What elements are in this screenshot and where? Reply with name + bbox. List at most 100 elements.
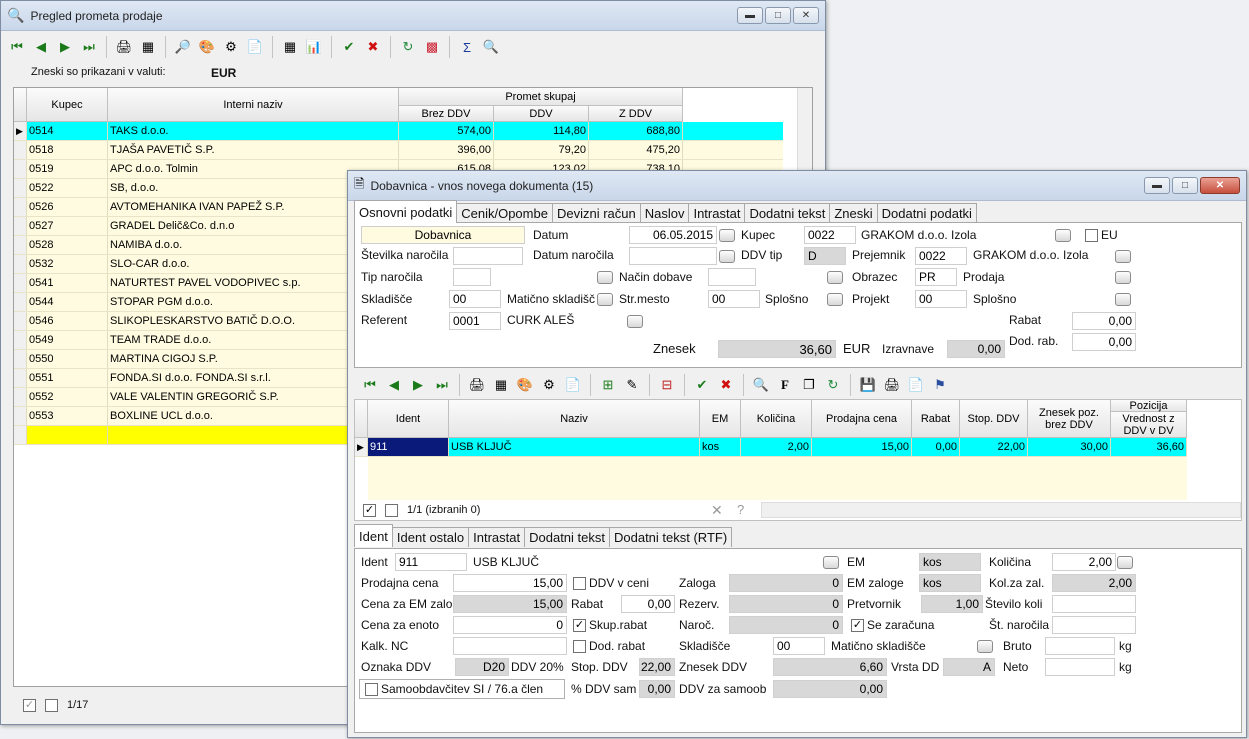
document-icon[interactable]: 📄 (906, 375, 926, 395)
filter-icon[interactable]: ⚙ (221, 37, 241, 57)
previous-item-icon[interactable]: ◀ (384, 375, 404, 395)
nacin-dobave-button[interactable] (827, 271, 843, 284)
nacin-dobave-field[interactable] (708, 268, 756, 286)
refresh-icon[interactable]: ↻ (823, 375, 843, 395)
last-item-icon[interactable]: ⏭ (432, 375, 452, 395)
column-header-ddv[interactable]: DDV (494, 106, 589, 122)
column-header-kupec[interactable]: Kupec (27, 88, 108, 122)
column-header-rabat[interactable]: Rabat (912, 400, 960, 438)
table-row[interactable]: 0518 TJAŠA PAVETIČ S.P. 396,00 79,20 475,20 (14, 141, 783, 160)
maximize-button[interactable]: □ (765, 7, 791, 24)
next-item-icon[interactable]: ▶ (408, 375, 428, 395)
rabat-field[interactable]: 0,00 (621, 595, 675, 613)
ddv-v-ceni-checkbox[interactable] (573, 577, 586, 590)
add-row-icon[interactable]: ⊞ (598, 375, 618, 395)
close-button[interactable]: ✕ (793, 7, 819, 24)
minimize-button[interactable]: ▬ (1144, 177, 1170, 194)
next-record-icon[interactable]: ▶ (55, 37, 75, 57)
skup-rabat-checkbox[interactable]: ✓ (573, 619, 586, 632)
datum-button[interactable] (719, 229, 735, 242)
previous-record-icon[interactable]: ◀ (31, 37, 51, 57)
palette-icon[interactable]: 🎨 (197, 37, 217, 57)
obrazec-button[interactable] (1115, 271, 1131, 284)
kalk-nc-field[interactable] (453, 637, 567, 655)
splosno-2-button[interactable] (1115, 293, 1131, 306)
kolicina-button[interactable] (1117, 556, 1133, 569)
ident-button[interactable] (823, 556, 839, 569)
kupec-button[interactable] (1055, 229, 1071, 242)
referent-field[interactable]: 0001 (449, 312, 501, 330)
search-icon[interactable]: 🔍 (481, 37, 501, 57)
items-grid-row[interactable]: ▶ 911 USB KLJUČ kos 2,00 15,00 0,00 22,0… (355, 438, 1187, 457)
column-header-kolicina[interactable]: Količina (741, 400, 812, 438)
tab-header-3[interactable]: Naslov (639, 203, 690, 223)
horizontal-scrollbar[interactable] (761, 502, 1241, 518)
clear-filter-icon[interactable]: ✕ (711, 502, 723, 519)
help-icon[interactable]: ? (737, 502, 744, 517)
footer-uncheck[interactable] (45, 699, 58, 712)
filter-icon[interactable]: ⚙ (539, 375, 559, 395)
prejemnik-button[interactable] (1115, 250, 1131, 263)
tip-narocila-button[interactable] (597, 271, 613, 284)
rabat-field[interactable]: 0,00 (1072, 312, 1136, 330)
splosno-1-button[interactable] (827, 293, 843, 306)
tab-header-0[interactable]: Osnovni podatki (354, 200, 458, 223)
confirm-icon[interactable]: ✔ (339, 37, 359, 57)
columns-icon[interactable]: ▦ (138, 37, 158, 57)
confirm-icon[interactable]: ✔ (692, 375, 712, 395)
print-icon[interactable]: 🖨 (467, 375, 487, 395)
maticno-button[interactable] (597, 293, 613, 306)
font-icon[interactable]: F (775, 375, 795, 395)
datum-narocila-field[interactable] (629, 247, 717, 265)
tag-icon[interactable]: ⚑ (930, 375, 950, 395)
st-narocila-field[interactable] (1052, 616, 1136, 634)
delete-row-icon[interactable]: ⊟ (657, 375, 677, 395)
cancel-icon[interactable]: ✖ (363, 37, 383, 57)
tab-header-6[interactable]: Zneski (829, 203, 878, 223)
palette-icon[interactable]: 🎨 (515, 375, 535, 395)
column-header-prodajna-cena[interactable]: Prodajna cena (812, 400, 912, 438)
column-header-stop-ddv[interactable]: Stop. DDV (960, 400, 1028, 438)
document-icon[interactable]: 📄 (563, 375, 583, 395)
edit-row-icon[interactable]: ✎ (622, 375, 642, 395)
column-header-ident[interactable]: Ident (368, 400, 449, 438)
referent-button[interactable] (627, 315, 643, 328)
cancel-icon[interactable]: ✖ (716, 375, 736, 395)
first-record-icon[interactable]: ⏮ (7, 37, 27, 57)
samoobdavcitev-checkbox[interactable] (365, 683, 378, 696)
prodajna-cena-field[interactable]: 15,00 (453, 574, 567, 592)
tab-item-1[interactable]: Ident ostalo (391, 527, 470, 547)
copy-icon[interactable]: ❐ (799, 375, 819, 395)
tab-header-1[interactable]: Cenik/Opombe (456, 203, 553, 223)
binoculars-icon[interactable]: 🔎 (173, 37, 193, 57)
prejemnik-field[interactable]: 0022 (915, 247, 967, 265)
column-header-naziv[interactable]: Interni naziv (108, 88, 399, 122)
columns-icon[interactable]: ▦ (491, 375, 511, 395)
column-header-z-ddv[interactable]: Z DDV (589, 106, 683, 122)
stevilo-koli-field[interactable] (1052, 595, 1136, 613)
tab-header-5[interactable]: Dodatni tekst (744, 203, 831, 223)
dod-rabat-checkbox[interactable] (573, 640, 586, 653)
eu-checkbox[interactable] (1085, 229, 1098, 242)
items-uncheck[interactable] (385, 504, 398, 517)
bruto-field[interactable] (1045, 637, 1115, 655)
tab-item-0[interactable]: Ident (354, 524, 393, 547)
print-icon[interactable]: 🖨 (882, 375, 902, 395)
neto-field[interactable] (1045, 658, 1115, 676)
kolicina-field[interactable]: 2,00 (1052, 553, 1116, 571)
datum-narocila-button[interactable] (719, 250, 735, 263)
dod-rab-field[interactable]: 0,00 (1072, 333, 1136, 351)
tab-header-2[interactable]: Devizni račun (551, 203, 641, 223)
se-zaracuna-checkbox[interactable]: ✓ (851, 619, 864, 632)
skladisce-field[interactable]: 00 (449, 290, 501, 308)
column-header-vrednost[interactable]: Vrednost z DDV v DV (1111, 412, 1187, 438)
tab-item-4[interactable]: Dodatni tekst (RTF) (608, 527, 733, 547)
cena-za-enoto-field[interactable]: 0 (453, 616, 567, 634)
grid-icon[interactable]: ▦ (280, 37, 300, 57)
column-header-brez-ddv[interactable]: Brez DDV (399, 106, 494, 122)
items-check-all[interactable]: ✓ (363, 504, 376, 517)
document-icon[interactable]: 📄 (245, 37, 265, 57)
last-record-icon[interactable]: ⏭ (79, 37, 99, 57)
tab-item-3[interactable]: Dodatni tekst (524, 527, 610, 547)
maticno-button[interactable] (977, 640, 993, 653)
